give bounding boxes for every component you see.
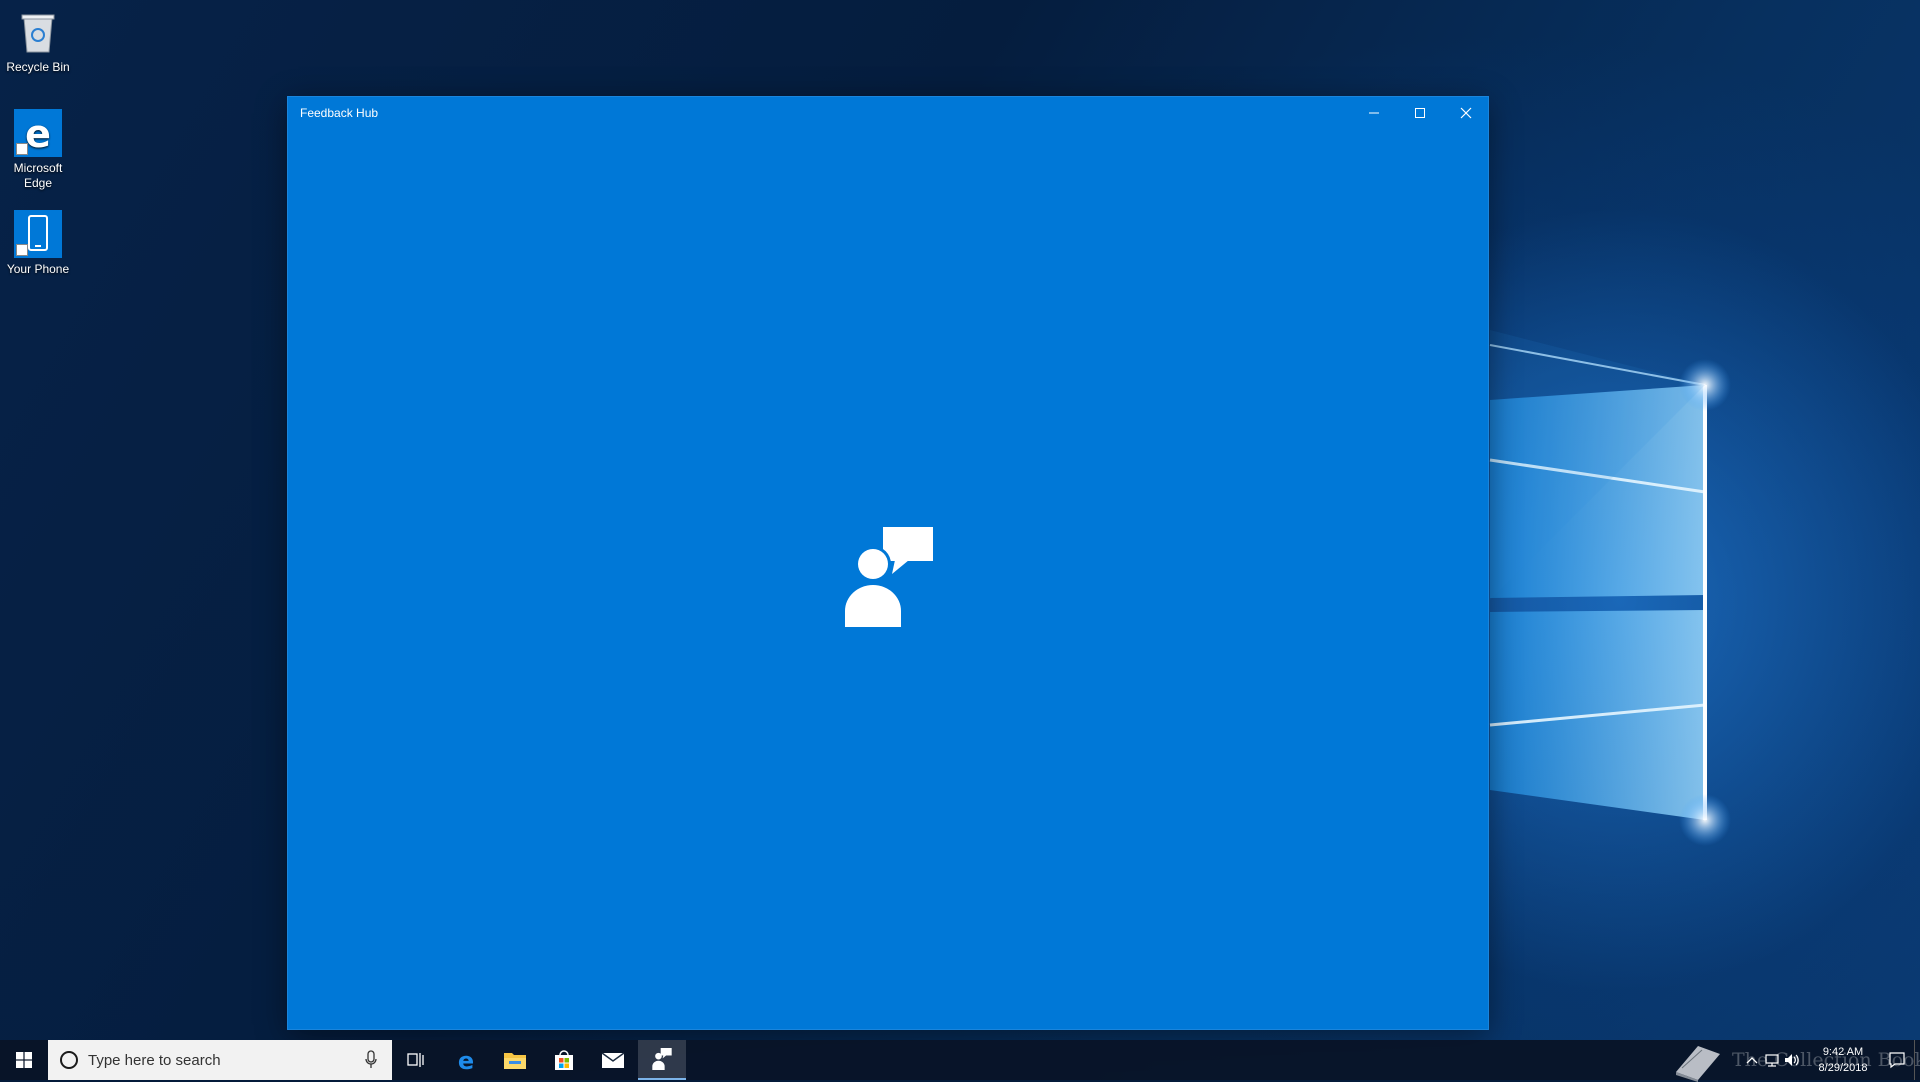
show-desktop-button[interactable] [1914, 1040, 1920, 1080]
edge-icon: e [458, 1048, 474, 1072]
store-bag-icon [555, 1050, 573, 1070]
desktop-icon-label: Your Phone [6, 262, 70, 276]
network-icon[interactable] [1764, 1053, 1780, 1067]
clock[interactable]: 9:42 AM 8/29/2018 [1798, 1044, 1888, 1076]
minimize-button[interactable] [1351, 97, 1397, 129]
desktop-icon-label: Microsoft Edge [13, 161, 63, 190]
window-title: Feedback Hub [300, 106, 379, 120]
desktop-icon-your-phone[interactable]: Your Phone [0, 204, 76, 277]
svg-text:e: e [458, 1048, 474, 1072]
feedback-hub-window[interactable]: Feedback Hub [288, 97, 1488, 1029]
desktop-icon-label: Recycle Bin [6, 60, 70, 74]
minimize-icon [1369, 112, 1379, 114]
task-view-icon [407, 1053, 424, 1067]
desktop-icon-recycle-bin[interactable]: Recycle Bin [0, 2, 76, 75]
phone-icon [14, 210, 62, 258]
windows-start-icon [16, 1052, 32, 1068]
recycle-bin-icon [14, 8, 62, 56]
cortana-circle-icon [60, 1051, 78, 1069]
mail-icon [601, 1052, 625, 1068]
book-watermark-icon [1676, 1046, 1720, 1082]
taskbar: Type here to search e The Collection Boo… [0, 1040, 1920, 1082]
close-icon [1460, 107, 1472, 119]
taskbar-file-explorer-button[interactable] [491, 1040, 539, 1080]
edge-icon: e [14, 109, 62, 157]
shortcut-arrow-icon [16, 143, 28, 155]
system-tray: The Collection Book 9:42 AM 8/29/2018 [1660, 1040, 1920, 1082]
search-placeholder: Type here to search [88, 1052, 221, 1069]
close-button[interactable] [1443, 97, 1489, 129]
taskbar-feedback-hub-button[interactable] [638, 1040, 686, 1080]
maximize-button[interactable] [1397, 97, 1443, 129]
svg-text:e: e [25, 112, 51, 156]
taskbar-store-button[interactable] [540, 1040, 588, 1080]
taskbar-edge-button[interactable]: e [442, 1040, 490, 1080]
taskbar-search-box[interactable]: Type here to search [48, 1040, 392, 1080]
title-bar[interactable]: Feedback Hub [288, 97, 1488, 129]
clock-date: 8/29/2018 [1818, 1062, 1868, 1074]
shortcut-arrow-icon [16, 244, 28, 256]
taskbar-mail-button[interactable] [589, 1040, 637, 1080]
start-button[interactable] [0, 1040, 48, 1080]
folder-icon [504, 1053, 526, 1069]
feedback-person-speech-icon [845, 527, 933, 627]
clock-time: 9:42 AM [1822, 1046, 1864, 1058]
task-view-button[interactable] [392, 1040, 440, 1080]
feedback-icon [652, 1048, 672, 1070]
maximize-icon [1415, 108, 1425, 118]
microphone-icon[interactable] [364, 1050, 378, 1070]
chevron-up-icon[interactable] [1744, 1053, 1760, 1067]
desktop-icon-microsoft-edge[interactable]: e Microsoft Edge [0, 103, 76, 191]
action-center-icon[interactable] [1888, 1051, 1906, 1069]
